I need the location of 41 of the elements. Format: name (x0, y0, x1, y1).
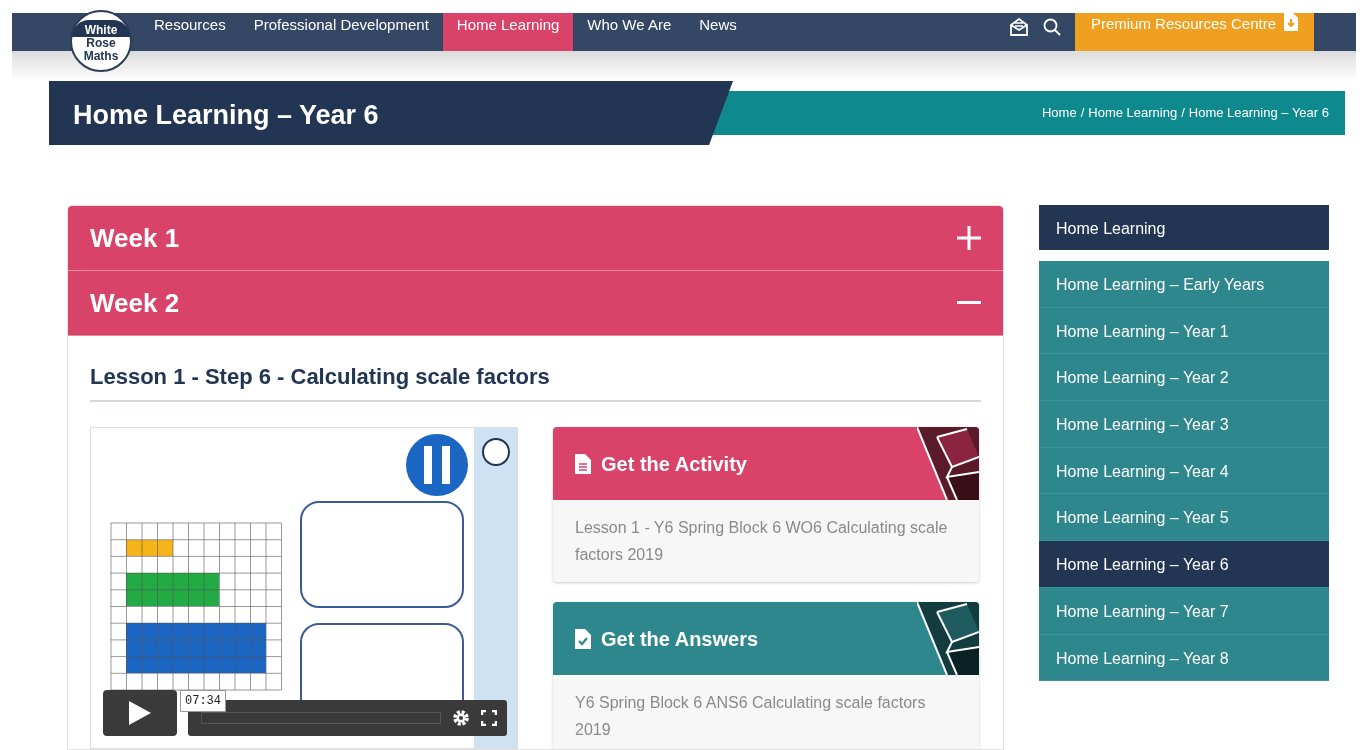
expand-icon (957, 226, 981, 250)
breadcrumb-link[interactable]: Home Learning (1088, 103, 1178, 123)
breadcrumb-link[interactable]: Home Learning – Year 6 (1188, 103, 1329, 123)
nav-link[interactable]: Professional Development (239, 13, 443, 51)
nav-link[interactable]: Who We Are (573, 13, 686, 51)
settings-icon[interactable] (452, 709, 470, 728)
sidebar-item[interactable]: Home Learning – Early Years (1039, 261, 1329, 308)
download-header[interactable]: Get the Answers (553, 602, 979, 676)
search-icon[interactable] (1042, 18, 1061, 36)
download-file-icon (1284, 13, 1298, 31)
breadcrumb-link[interactable]: Home (1041, 103, 1077, 123)
sidebar-item[interactable]: Home Learning – Year 6 (1039, 541, 1329, 588)
mail-icon[interactable] (1008, 18, 1029, 36)
sidebar-item[interactable]: Home Learning – Year 4 (1039, 447, 1329, 495)
play-icon (129, 701, 151, 726)
accordion-header[interactable]: Week 1 (68, 206, 1003, 271)
logo[interactable]: White Rose Maths (70, 10, 132, 72)
file-check-icon (575, 628, 591, 649)
download-header[interactable]: Get the Activity (553, 427, 979, 501)
file-description: Y6 Spring Block 6 ANS6 Calculating scale factors 2019 (574, 693, 927, 741)
breadcrumb-separator: / (1080, 104, 1085, 123)
nav-link[interactable]: Home Learning (442, 13, 574, 51)
nav-link[interactable]: Resources (140, 13, 240, 51)
accordion-header[interactable]: Week 2 (68, 271, 1003, 336)
page-title: Home Learning – Year 6 (72, 99, 380, 132)
file-icon (575, 453, 591, 474)
lesson-title: Lesson 1 - Step 6 - Calculating scale factors (90, 364, 981, 403)
sidebar-item[interactable]: Home Learning – Year 3 (1039, 401, 1329, 448)
fullscreen-icon[interactable] (481, 710, 497, 727)
file-description: Lesson 1 - Y6 Spring Block 6 WO6 Calculating scale factors 2019 (574, 518, 949, 566)
sidebar-heading: Home Learning (1039, 205, 1329, 250)
collapse-icon (957, 301, 981, 305)
sidebar-item[interactable]: Home Learning – Year 2 (1039, 354, 1329, 402)
play-button[interactable] (103, 690, 177, 737)
breadcrumb-separator: / (1181, 104, 1185, 123)
nav-link[interactable]: News (685, 13, 751, 51)
premium-button[interactable]: Premium Resources Centre (1074, 13, 1314, 51)
sidebar-item[interactable]: Home Learning – Year 7 (1039, 587, 1329, 635)
sidebar-item[interactable]: Home Learning – Year 1 (1039, 307, 1329, 355)
video-time: 07:34 (180, 690, 226, 713)
sidebar-item[interactable]: Home Learning – Year 8 (1039, 634, 1329, 682)
